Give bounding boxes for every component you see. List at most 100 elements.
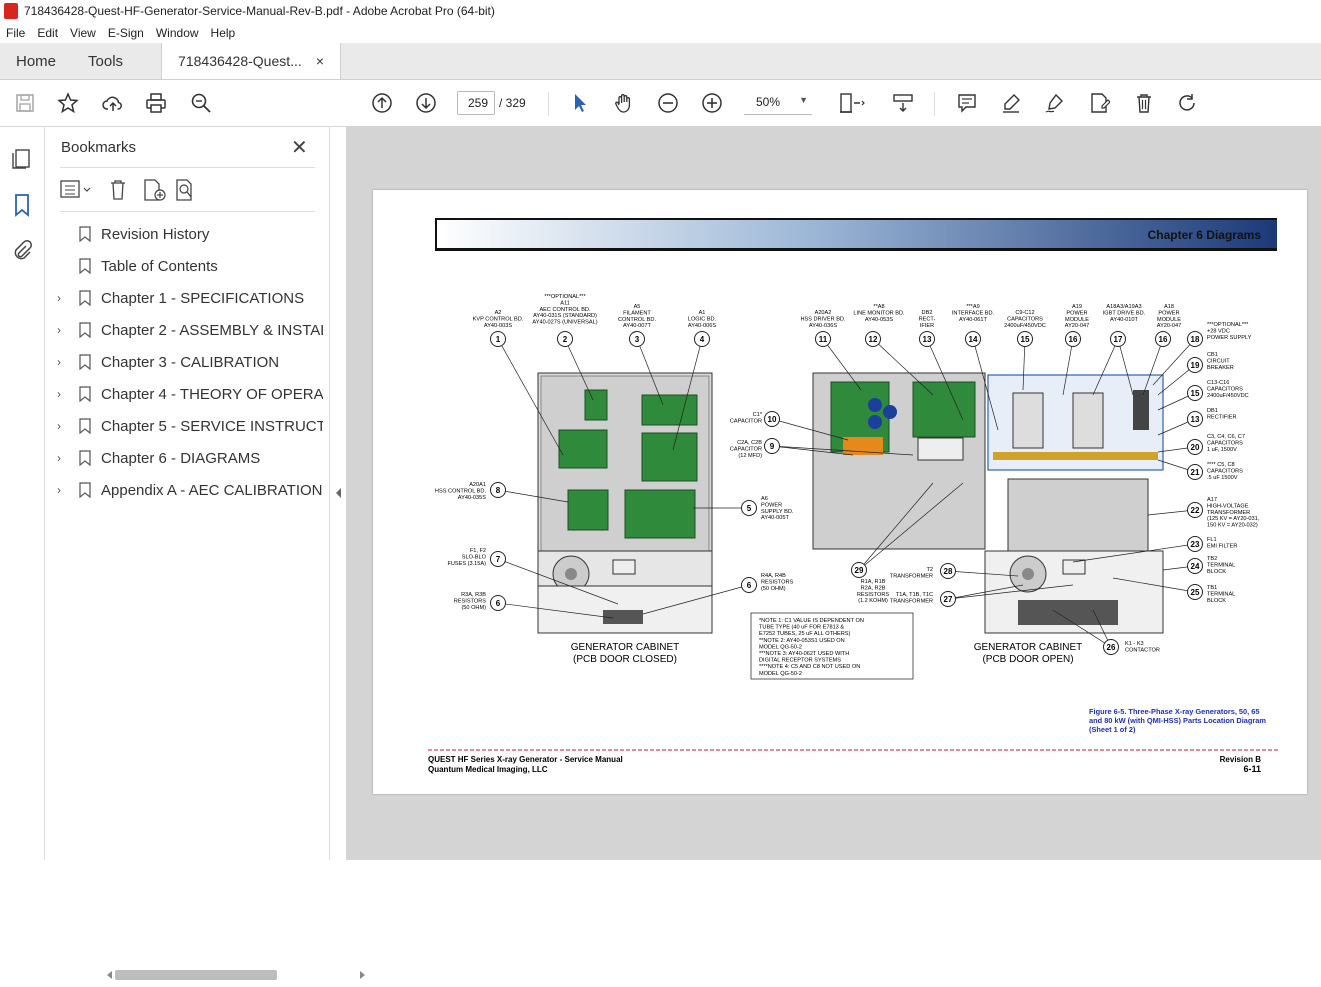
callout-number: 11 [819,335,828,344]
callout-number: 20 [1191,443,1200,452]
bookmark-flag-icon [79,418,91,435]
menu-window[interactable]: Window [150,26,205,40]
menu-view[interactable]: View [64,26,102,40]
hand-tool-icon[interactable] [611,90,637,116]
print-icon[interactable] [143,90,169,116]
panel-splitter[interactable] [329,127,346,860]
bookmark-options-icon[interactable] [60,180,91,198]
tab-document[interactable]: 718436428-Quest... × [161,43,342,79]
chevron-right-icon[interactable]: › [57,451,69,465]
callout-label: C13-C16 [1207,380,1229,386]
acrobat-app-icon [4,3,18,19]
bookmark-label: Chapter 5 - SERVICE INSTRUCTIOI [101,417,323,435]
note-line: MODEL QG-50-2 [759,644,802,650]
callout-label: IFIER [920,323,934,329]
zoom-in-icon[interactable] [699,90,725,116]
save-icon[interactable] [12,90,38,116]
bookmark-item[interactable]: › Chapter 2 - ASSEMBLY & INSTALL [45,317,329,343]
callout-label: TRANSFORMER [890,573,933,579]
menu-file[interactable]: File [0,26,31,40]
bookmark-item[interactable]: › Chapter 5 - SERVICE INSTRUCTIOI [45,413,329,439]
callout-number: 25 [1191,588,1200,597]
callout-label: AY40-006S [688,323,716,329]
callout-label: T1A, T1B, T1C [896,592,933,598]
highlight-pen-icon[interactable] [998,90,1024,116]
callout-label: AY40-010T [1110,317,1138,323]
callout-number: 15 [1021,335,1030,344]
callout-label: CONTACTOR [1125,647,1160,653]
bookmark-item[interactable]: › Chapter 1 - SPECIFICATIONS [45,285,329,311]
tab-tools[interactable]: Tools [72,43,139,79]
previous-page-icon[interactable] [369,90,395,116]
bookmark-item[interactable]: › Appendix A - AEC CALIBRATION \ [45,477,329,503]
panel-divider [60,211,315,212]
edit-document-icon[interactable] [1086,90,1112,116]
menu-help[interactable]: Help [205,26,242,40]
callout-label: POWER [1158,310,1179,316]
bookmark-item[interactable]: › Chapter 6 - DIAGRAMS [45,445,329,471]
callout-label: (1.2 KOHM) [858,598,888,604]
tab-close-icon[interactable]: × [316,53,324,69]
chevron-right-icon[interactable]: › [57,419,69,433]
hss-control-board [567,489,609,531]
callout-label: C2A, C2B [737,440,762,446]
zoom-search-icon[interactable] [188,90,214,116]
zoom-out-icon[interactable] [655,90,681,116]
bookmarks-horizontal-scrollbar[interactable] [105,968,367,982]
next-page-icon[interactable] [413,90,439,116]
chevron-right-icon[interactable]: › [57,387,69,401]
note-line: DIGITAL RECEPTOR SYSTEMS [759,658,841,664]
callout-label: FL1 [1207,537,1217,543]
callout-label: RESISTORS [857,592,889,598]
callout-number: 18 [1191,335,1200,344]
bookmark-item[interactable]: › Chapter 4 - THEORY OF OPERATIC [45,381,329,407]
callout-label: A6 [761,496,768,502]
callout-number: 27 [944,595,953,604]
callout-label: AY20-047 [1157,323,1181,329]
callout-number: 16 [1159,335,1168,344]
close-icon[interactable]: ✕ [291,135,308,160]
new-bookmark-icon[interactable] [144,179,166,201]
callout-label: AY40-053S [865,317,893,323]
page-fit-icon[interactable] [836,90,870,116]
footer-revision: Revision B [1220,755,1262,764]
bookmark-search-icon[interactable] [176,179,192,201]
page-number-input[interactable]: 259 [457,91,495,115]
bookmark-item[interactable]: Table of Contents [45,253,329,279]
comment-icon[interactable] [954,90,980,116]
callout-label: AY40-036S [809,323,837,329]
menu-esign[interactable]: E-Sign [102,26,150,40]
logic-board [641,432,698,482]
page-thumbnails-icon[interactable] [10,147,34,171]
callout-label: ***OPTIONAL*** [1207,322,1249,328]
scroll-mode-icon[interactable] [890,90,916,116]
bookmarks-panel: Bookmarks ✕ Revision History Table of Con… [45,127,365,980]
chevron-right-icon[interactable]: › [57,291,69,305]
chevron-right-icon[interactable]: › [57,355,69,369]
delete-bookmark-icon[interactable] [111,180,125,200]
chevron-right-icon[interactable]: › [57,483,69,497]
select-cursor-icon[interactable] [567,90,593,116]
bookmark-label: Revision History [101,225,210,243]
sign-pen-icon[interactable] [1042,90,1068,116]
callout-label: 2400uF/450VDC [1004,323,1046,329]
bookmark-item[interactable]: › Chapter 3 - CALIBRATION [45,349,329,375]
attachments-paperclip-icon[interactable] [10,239,34,263]
callout-label: MODULE [1157,317,1181,323]
callout-label: AY40-061T [959,317,987,323]
rotate-icon[interactable] [1174,90,1200,116]
callout-number: 10 [768,415,777,424]
bookmark-item[interactable]: Revision History [45,221,329,247]
document-viewer[interactable]: Chapter 6 Diagrams GENERATOR CABINET (PC… [346,127,1321,860]
upload-cloud-icon[interactable] [100,90,126,116]
chevron-right-icon[interactable]: › [57,323,69,337]
bookmark-label: Chapter 4 - THEORY OF OPERATIC [101,385,323,403]
bookmarks-icon[interactable] [10,193,34,217]
callout-label: SLO-BLO [462,554,487,560]
menu-edit[interactable]: Edit [31,26,64,40]
tab-home[interactable]: Home [0,43,72,79]
star-icon[interactable] [55,90,81,116]
callout-label: AY40-027S (UNIVERSAL) [532,320,597,326]
delete-trash-icon[interactable] [1131,90,1157,116]
zoom-level-dropdown[interactable]: 50% ▼ [744,91,812,115]
